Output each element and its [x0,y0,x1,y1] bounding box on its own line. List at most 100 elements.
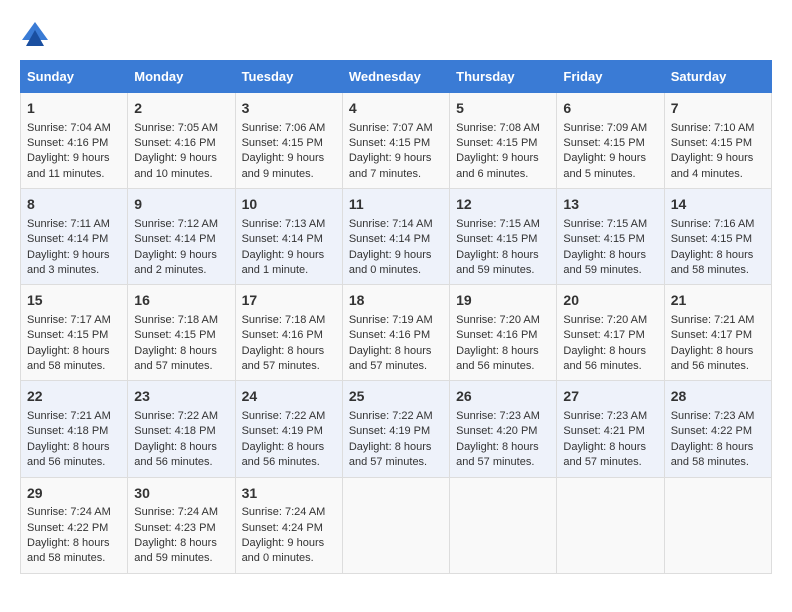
daylight: Daylight: 8 hours and 57 minutes. [242,345,325,372]
calendar-cell: 24Sunrise: 7:22 AMSunset: 4:19 PMDayligh… [235,381,342,477]
day-number: 24 [242,387,336,407]
daylight: Daylight: 8 hours and 56 minutes. [563,345,646,372]
sunrise: Sunrise: 7:12 AM [134,218,218,230]
sunset: Sunset: 4:14 PM [27,233,108,245]
sunset: Sunset: 4:16 PM [134,137,215,149]
sunrise: Sunrise: 7:11 AM [27,218,110,230]
day-number: 9 [134,195,228,215]
calendar-cell: 5Sunrise: 7:08 AMSunset: 4:15 PMDaylight… [450,93,557,189]
sunset: Sunset: 4:14 PM [349,233,430,245]
daylight: Daylight: 8 hours and 56 minutes. [242,441,325,468]
logo [20,20,54,50]
daylight: Daylight: 8 hours and 58 minutes. [671,249,754,276]
calendar-cell: 31Sunrise: 7:24 AMSunset: 4:24 PMDayligh… [235,477,342,573]
daylight: Daylight: 9 hours and 4 minutes. [671,152,754,179]
sunset: Sunset: 4:16 PM [456,329,537,341]
calendar-cell: 11Sunrise: 7:14 AMSunset: 4:14 PMDayligh… [342,189,449,285]
calendar-week-5: 29Sunrise: 7:24 AMSunset: 4:22 PMDayligh… [21,477,772,573]
sunrise: Sunrise: 7:18 AM [134,314,218,326]
calendar-cell: 3Sunrise: 7:06 AMSunset: 4:15 PMDaylight… [235,93,342,189]
day-number: 31 [242,484,336,504]
calendar-cell: 4Sunrise: 7:07 AMSunset: 4:15 PMDaylight… [342,93,449,189]
day-number: 28 [671,387,765,407]
day-number: 26 [456,387,550,407]
day-number: 13 [563,195,657,215]
sunrise: Sunrise: 7:10 AM [671,122,755,134]
day-number: 22 [27,387,121,407]
sunset: Sunset: 4:15 PM [134,329,215,341]
day-number: 3 [242,99,336,119]
calendar-cell: 29Sunrise: 7:24 AMSunset: 4:22 PMDayligh… [21,477,128,573]
calendar-cell: 17Sunrise: 7:18 AMSunset: 4:16 PMDayligh… [235,285,342,381]
calendar-cell [557,477,664,573]
daylight: Daylight: 8 hours and 59 minutes. [456,249,539,276]
sunrise: Sunrise: 7:23 AM [563,410,647,422]
day-number: 21 [671,291,765,311]
sunrise: Sunrise: 7:24 AM [242,506,326,518]
sunrise: Sunrise: 7:18 AM [242,314,326,326]
sunrise: Sunrise: 7:22 AM [349,410,433,422]
day-number: 19 [456,291,550,311]
day-number: 1 [27,99,121,119]
calendar-cell: 25Sunrise: 7:22 AMSunset: 4:19 PMDayligh… [342,381,449,477]
sunrise: Sunrise: 7:04 AM [27,122,111,134]
sunset: Sunset: 4:16 PM [349,329,430,341]
calendar-cell: 7Sunrise: 7:10 AMSunset: 4:15 PMDaylight… [664,93,771,189]
sunset: Sunset: 4:19 PM [349,425,430,437]
sunset: Sunset: 4:15 PM [563,233,644,245]
sunrise: Sunrise: 7:22 AM [242,410,326,422]
sunrise: Sunrise: 7:13 AM [242,218,326,230]
sunset: Sunset: 4:18 PM [27,425,108,437]
daylight: Daylight: 8 hours and 56 minutes. [27,441,110,468]
sunset: Sunset: 4:15 PM [27,329,108,341]
daylight: Daylight: 8 hours and 57 minutes. [134,345,217,372]
day-number: 20 [563,291,657,311]
sunrise: Sunrise: 7:20 AM [456,314,540,326]
calendar-header-row: SundayMondayTuesdayWednesdayThursdayFrid… [21,61,772,93]
sunrise: Sunrise: 7:17 AM [27,314,111,326]
calendar-week-4: 22 Sunrise: 7:21 AM Sunset: 4:18 PM Dayligh… [21,381,772,477]
calendar-cell: 23Sunrise: 7:22 AMSunset: 4:18 PMDayligh… [128,381,235,477]
calendar-cell: 8 Sunrise: 7:11 AM Sunset: 4:14 PM Daylight… [21,189,128,285]
sunrise: Sunrise: 7:16 AM [671,218,755,230]
daylight: Daylight: 8 hours and 57 minutes. [349,441,432,468]
day-number: 23 [134,387,228,407]
daylight: Daylight: 8 hours and 58 minutes. [27,537,110,564]
day-number: 6 [563,99,657,119]
header-sunday: Sunday [21,61,128,93]
day-number: 10 [242,195,336,215]
daylight: Daylight: 9 hours and 1 minute. [242,249,325,276]
day-number: 8 [27,195,121,215]
daylight: Daylight: 8 hours and 57 minutes. [456,441,539,468]
sunset: Sunset: 4:17 PM [563,329,644,341]
daylight: Daylight: 8 hours and 59 minutes. [134,537,217,564]
calendar-cell: 12Sunrise: 7:15 AMSunset: 4:15 PMDayligh… [450,189,557,285]
day-number: 15 [27,291,121,311]
daylight: Daylight: 9 hours and 9 minutes. [242,152,325,179]
sunset: Sunset: 4:16 PM [242,329,323,341]
day-number: 18 [349,291,443,311]
day-number: 12 [456,195,550,215]
sunrise: Sunrise: 7:24 AM [134,506,218,518]
header-tuesday: Tuesday [235,61,342,93]
sunrise: Sunrise: 7:21 AM [27,410,111,422]
calendar-cell: 14Sunrise: 7:16 AMSunset: 4:15 PMDayligh… [664,189,771,285]
sunrise: Sunrise: 7:14 AM [349,218,433,230]
calendar-cell: 30 Sunrise: 7:24 AM Sunset: 4:23 PM Dayligh… [128,477,235,573]
calendar-cell [342,477,449,573]
daylight: Daylight: 9 hours and 3 minutes. [27,249,110,276]
calendar-week-1: 1 Sunrise: 7:04 AM Sunset: 4:16 PM Daylight… [21,93,772,189]
day-number: 27 [563,387,657,407]
sunrise: Sunrise: 7:07 AM [349,122,433,134]
daylight: Daylight: 8 hours and 59 minutes. [563,249,646,276]
sunset: Sunset: 4:23 PM [134,522,215,534]
sunrise: Sunrise: 7:06 AM [242,122,326,134]
page-header [20,20,772,50]
day-number: 30 [134,484,228,504]
calendar-cell: 26Sunrise: 7:23 AMSunset: 4:20 PMDayligh… [450,381,557,477]
sunset: Sunset: 4:15 PM [349,137,430,149]
sunset: Sunset: 4:15 PM [671,137,752,149]
header-saturday: Saturday [664,61,771,93]
day-number: 14 [671,195,765,215]
sunrise: Sunrise: 7:23 AM [671,410,755,422]
